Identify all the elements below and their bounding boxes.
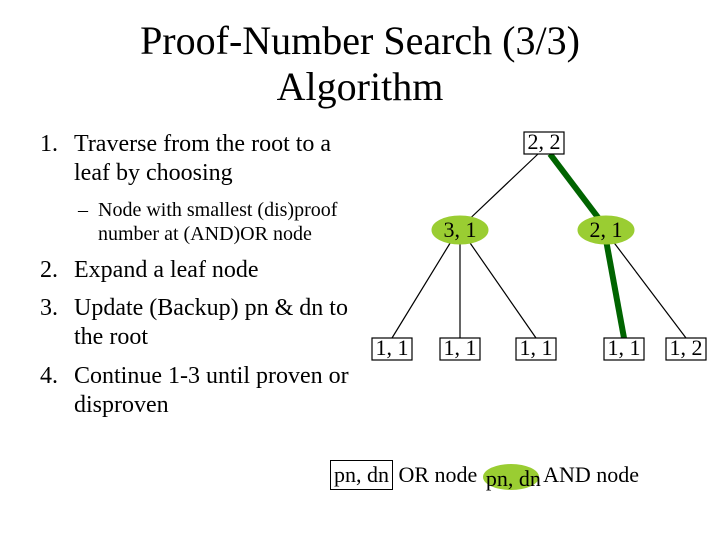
step-3-number: 3. [40,294,58,323]
step-3-text: Update (Backup) pn & dn to the root [74,294,370,352]
dash-icon: – [78,198,88,222]
node-leaf5-label: 1, 2 [670,335,703,360]
step-2: 2. Expand a leaf node [40,256,370,285]
slide: Proof-Number Search (3/3) Algorithm 1. T… [0,0,720,540]
title-line-1: Proof-Number Search (3/3) [140,18,580,63]
edge-icon [392,240,452,338]
node-leaf4-label: 1, 1 [608,335,641,360]
step-4-number: 4. [40,362,58,391]
step-1: 1. Traverse from the root to a leaf by c… [40,130,370,188]
step-3: 3. Update (Backup) pn & dn to the root [40,294,370,352]
step-1-sub: – Node with smallest (dis)proof number a… [98,198,370,246]
node-l2b-label: 2, 1 [590,217,623,242]
node-root-label: 2, 2 [528,129,561,154]
step-4-text: Continue 1-3 until proven or disproven [74,362,370,420]
legend-pn-dn-2: pn, dn [486,466,541,491]
step-1-number: 1. [40,130,58,159]
slide-body: 1. Traverse from the root to a leaf by c… [40,130,370,430]
node-leaf2-label: 1, 1 [444,335,477,360]
step-4: 4. Continue 1-3 until proven or disprove… [40,362,370,420]
step-1-sub-text: Node with smallest (dis)proof number at … [98,199,337,245]
step-2-number: 2. [40,256,58,285]
step-1-text: Traverse from the root to a leaf by choo… [74,130,370,188]
edge-highlight-icon [606,240,624,338]
legend: pn, dn OR node pn, dn AND node [330,460,639,490]
title-line-2: Algorithm [277,64,444,109]
legend-or-box-icon: pn, dn [330,460,393,490]
node-leaf1-label: 1, 1 [376,335,409,360]
legend-pn-dn: pn, dn [334,462,389,487]
node-l2a-label: 3, 1 [444,217,477,242]
node-leaf3-label: 1, 1 [520,335,553,360]
slide-title: Proof-Number Search (3/3) Algorithm [0,18,720,110]
edge-icon [468,240,536,338]
legend-or-text: OR node [393,462,483,487]
step-2-text: Expand a leaf node [74,256,370,285]
tree-diagram: 2, 2 3, 1 2, 1 1, 1 1, 1 1, 1 1, 1 1, 2 [360,128,710,438]
legend-and-text: AND node [539,462,639,487]
